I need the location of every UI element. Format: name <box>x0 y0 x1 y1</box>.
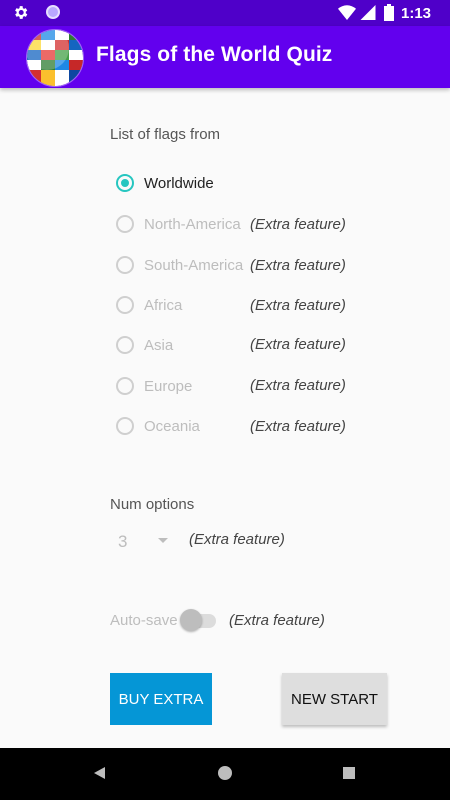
extra-feature-note: (Extra feature) <box>250 336 346 353</box>
radio-button[interactable] <box>116 296 134 314</box>
extra-feature-note: (Extra feature) <box>189 531 285 548</box>
dropdown-arrow-icon[interactable] <box>158 538 168 543</box>
app-title: Flags of the World Quiz <box>96 43 333 66</box>
home-circle-icon[interactable] <box>218 766 232 780</box>
radio-label: Africa <box>144 297 183 314</box>
navigation-bar <box>0 748 450 800</box>
buy-extra-button[interactable]: BUY EXTRA <box>110 673 212 725</box>
extra-feature-note: (Extra feature) <box>250 216 346 233</box>
extra-feature-note: (Extra feature) <box>229 612 325 629</box>
radio-button[interactable] <box>116 256 134 274</box>
extra-feature-note: (Extra feature) <box>250 418 346 435</box>
radio-label: North-America <box>144 216 241 233</box>
settings-gear-icon <box>15 6 28 19</box>
radio-label: South-America <box>144 257 244 274</box>
radio-button[interactable] <box>116 377 134 395</box>
auto-save-label: Auto-save <box>110 612 178 629</box>
num-options-value[interactable]: 3 <box>118 532 127 552</box>
extra-feature-note: (Extra feature) <box>250 257 346 274</box>
radio-button[interactable] <box>116 336 134 354</box>
flags-section-label: List of flags from <box>110 126 221 143</box>
radio-button-checked[interactable] <box>116 174 134 192</box>
status-time: 1:13 <box>401 5 432 22</box>
radio-button[interactable] <box>116 417 134 435</box>
battery-icon <box>384 4 394 21</box>
radio-label: Worldwide <box>144 175 214 192</box>
radio-button[interactable] <box>116 215 134 233</box>
notification-circle-icon <box>46 5 60 19</box>
extra-feature-note: (Extra feature) <box>250 377 346 394</box>
app-bar: Flags of the World Quiz <box>0 26 450 88</box>
status-bar: 1:13 <box>0 0 450 26</box>
radio-worldwide[interactable]: Worldwide <box>116 172 376 198</box>
num-options-label: Num options <box>110 496 195 513</box>
new-start-button[interactable]: NEW START <box>282 673 387 725</box>
extra-feature-note: (Extra feature) <box>250 297 346 314</box>
flags-globe-logo <box>26 29 84 87</box>
radio-label: Europe <box>144 378 193 395</box>
recent-apps-square-icon[interactable] <box>343 767 355 779</box>
wifi-icon <box>338 5 356 20</box>
radio-label: Asia <box>144 337 174 354</box>
switch-thumb[interactable] <box>180 609 202 631</box>
back-triangle-icon[interactable] <box>94 767 105 779</box>
cell-signal-icon <box>360 5 376 20</box>
radio-label: Oceania <box>144 418 200 435</box>
